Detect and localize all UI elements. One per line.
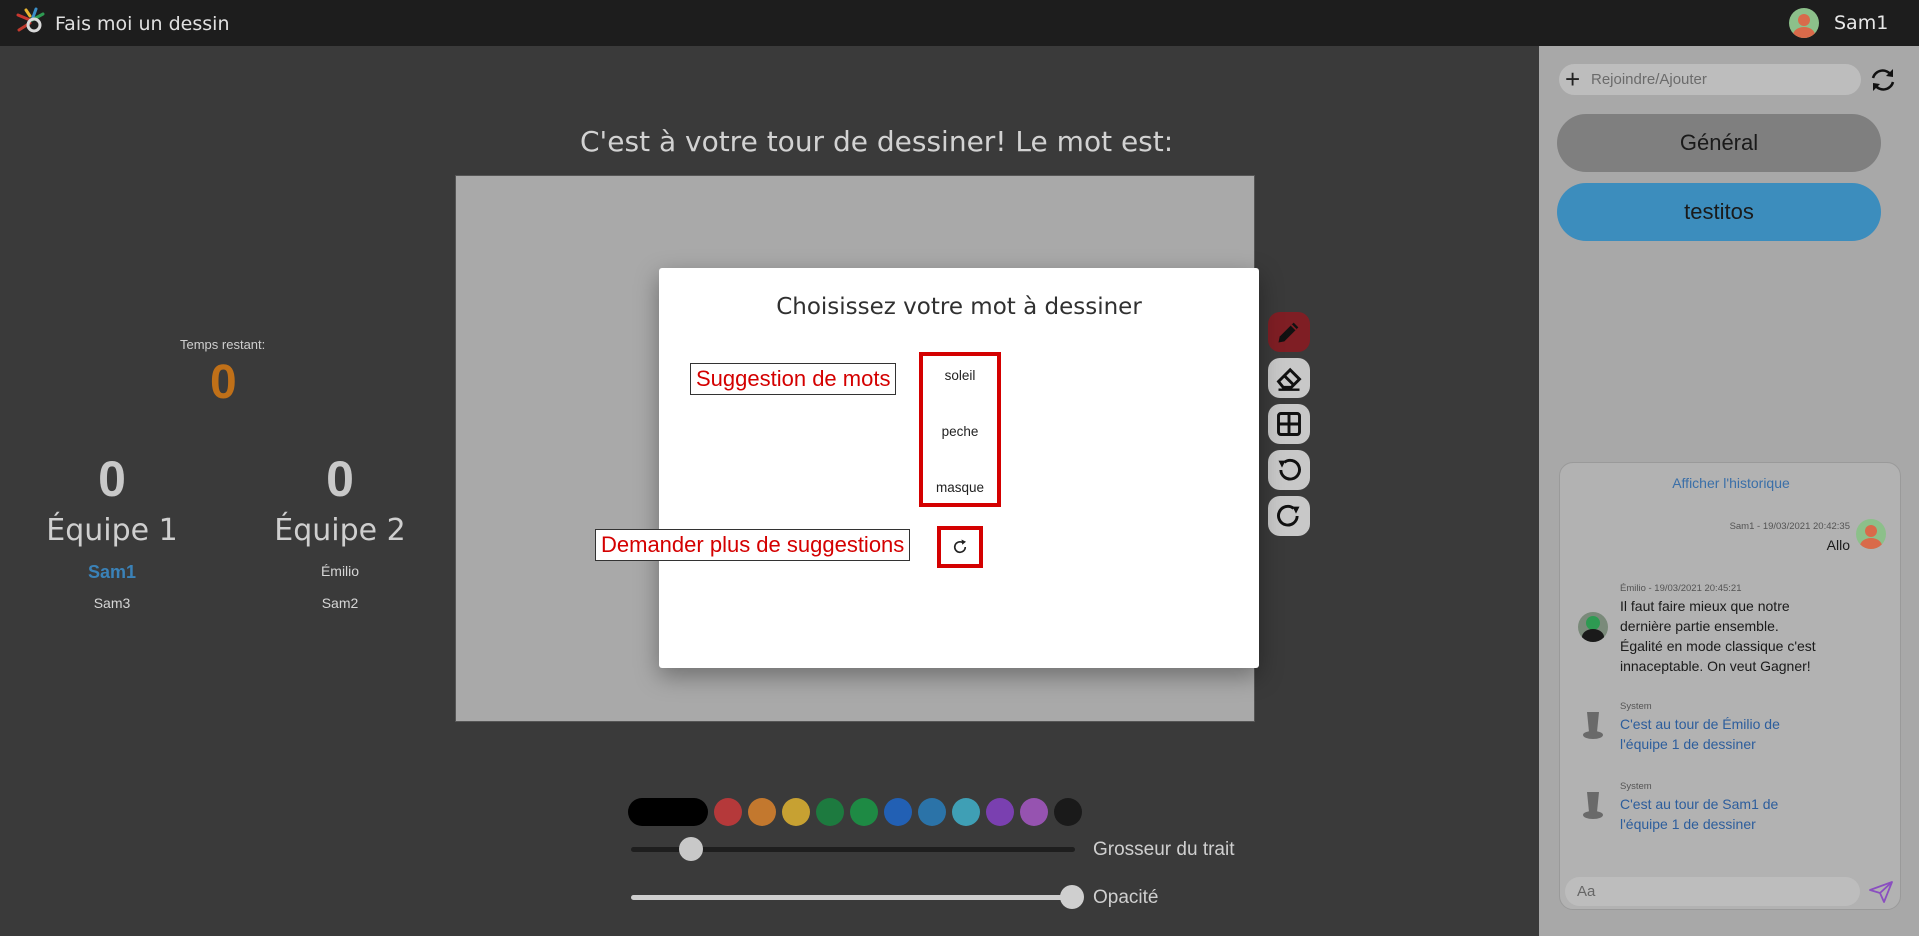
dialog-title: Choisissez votre mot à dessiner xyxy=(776,294,1142,320)
more-suggestions-button[interactable] xyxy=(937,526,983,568)
word-option[interactable]: masque xyxy=(923,480,997,495)
pencil-icon xyxy=(1278,322,1299,343)
chat-input-placeholder: Aa xyxy=(1577,883,1596,900)
opacity-label: Opacité xyxy=(1093,887,1159,908)
timer-label: Temps restant: xyxy=(180,337,266,352)
system-message: C'est au tour de Émilio de xyxy=(1620,716,1780,732)
annotation-word-suggestions: Suggestion de mots xyxy=(690,363,897,395)
app-logo-icon xyxy=(16,7,45,33)
refresh-icon xyxy=(953,539,967,554)
pencil-tool-button[interactable] xyxy=(1268,312,1310,352)
channel-testitos[interactable]: testitos xyxy=(1557,183,1881,241)
color-swatch[interactable] xyxy=(748,798,776,826)
user-name[interactable]: Sam1 xyxy=(1834,12,1888,34)
show-history-link[interactable]: Afficher l'historique xyxy=(1560,475,1902,491)
app-title: Fais moi un dessin xyxy=(55,13,230,35)
sender-avatar xyxy=(1856,519,1886,549)
grid-tool-button[interactable] xyxy=(1268,404,1310,444)
redo-icon xyxy=(1277,504,1300,527)
word-option[interactable]: soleil xyxy=(923,368,997,383)
annotation-more-suggestions: Demander plus de suggestions xyxy=(595,529,911,561)
message-text: Il faut faire mieux que notre xyxy=(1620,598,1790,614)
team2-player: Émilio xyxy=(320,563,360,579)
plus-icon[interactable]: + xyxy=(1565,64,1580,95)
grid-icon xyxy=(1277,412,1301,436)
color-swatch[interactable] xyxy=(1020,798,1048,826)
system-message: C'est au tour de Sam1 de xyxy=(1620,796,1779,812)
system-avatar-icon xyxy=(1583,712,1603,739)
undo-button[interactable] xyxy=(1268,450,1310,490)
team1-player: Sam3 xyxy=(93,595,131,611)
system-message: l'équipe 1 de dessiner xyxy=(1620,736,1756,752)
color-swatch[interactable] xyxy=(884,798,912,826)
eraser-icon xyxy=(1276,367,1302,391)
message-text: Égalité en mode classique c'est xyxy=(1620,638,1816,654)
chat-panel: Afficher l'historique Sam1 - 19/03/2021 … xyxy=(1559,462,1901,910)
word-option[interactable]: peche xyxy=(923,424,997,439)
color-swatch[interactable] xyxy=(918,798,946,826)
team2-player: Sam2 xyxy=(321,595,359,611)
message-meta: Sam1 - 19/03/2021 20:42:35 xyxy=(1729,521,1850,532)
system-avatar-icon xyxy=(1583,792,1603,819)
opacity-slider[interactable] xyxy=(631,895,1075,900)
message-text: dernière partie ensemble. xyxy=(1620,618,1779,634)
eraser-tool-button[interactable] xyxy=(1268,358,1310,398)
channel-general[interactable]: Général xyxy=(1557,114,1881,172)
sender-avatar xyxy=(1578,612,1608,642)
message-meta: Émilio - 19/03/2021 20:45:21 xyxy=(1620,583,1742,594)
word-suggestions-box: soleil peche masque xyxy=(919,352,1001,507)
team1-name: Équipe 1 xyxy=(46,513,178,548)
message-meta: System xyxy=(1620,701,1652,712)
stroke-size-slider-thumb[interactable] xyxy=(678,837,703,861)
team2-score: 0 xyxy=(326,451,354,507)
join-channel-placeholder: Rejoindre/Ajouter xyxy=(1591,71,1707,88)
team1-score: 0 xyxy=(98,451,126,507)
color-swatch[interactable] xyxy=(782,798,810,826)
chat-input[interactable]: Aa xyxy=(1565,877,1860,906)
join-channel-input[interactable]: + Rejoindre/Ajouter xyxy=(1559,64,1861,95)
undo-icon xyxy=(1278,458,1301,481)
color-swatch[interactable] xyxy=(986,798,1014,826)
opacity-slider-thumb[interactable] xyxy=(1060,885,1084,909)
timer-value: 0 xyxy=(210,356,237,409)
right-sidebar: + Rejoindre/Ajouter Général testitos Aff… xyxy=(1539,46,1919,936)
team2-name: Équipe 2 xyxy=(274,513,406,548)
sync-icon[interactable] xyxy=(1868,66,1898,94)
color-swatch[interactable] xyxy=(816,798,844,826)
top-bar xyxy=(0,0,1919,46)
system-message: l'équipe 1 de dessiner xyxy=(1620,816,1756,832)
redo-button[interactable] xyxy=(1268,496,1310,536)
message-text: Allo xyxy=(1826,537,1850,553)
team1-player: Sam1 xyxy=(87,562,137,582)
color-swatch[interactable] xyxy=(1054,798,1082,826)
tool-bar xyxy=(1268,312,1310,542)
message-text: innaceptable. On veut Gagner! xyxy=(1620,658,1811,674)
color-swatch[interactable] xyxy=(714,798,742,826)
user-avatar[interactable] xyxy=(1789,8,1819,38)
word-choice-dialog: Choisissez votre mot à dessiner soleil p… xyxy=(659,268,1259,668)
stroke-size-label: Grosseur du trait xyxy=(1093,839,1235,860)
color-swatch[interactable] xyxy=(952,798,980,826)
send-icon[interactable] xyxy=(1868,880,1894,904)
color-swatch[interactable] xyxy=(850,798,878,826)
turn-message: C'est à votre tour de dessiner! Le mot e… xyxy=(580,125,1174,158)
message-meta: System xyxy=(1620,781,1652,792)
color-swatch[interactable] xyxy=(628,798,708,826)
